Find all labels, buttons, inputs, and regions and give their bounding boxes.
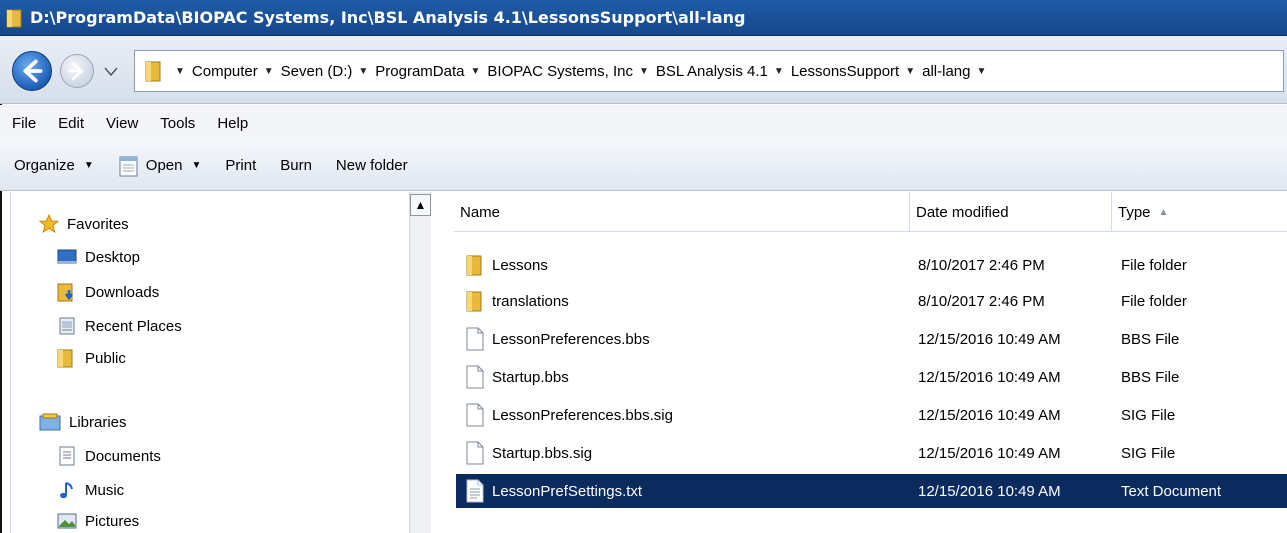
file-list[interactable]: Name Date modified Type ▲ Lessons 8/10/20… [432, 192, 1287, 533]
libraries-icon [39, 413, 61, 431]
breadcrumb-biopac[interactable]: ▼ BIOPAC Systems, Inc [470, 63, 633, 80]
documents-icon [59, 446, 75, 466]
menu-tools[interactable]: Tools [160, 115, 195, 132]
breadcrumb-programdata[interactable]: ▼ ProgramData [358, 63, 464, 80]
nav-pane-scrollbar[interactable]: ▲ [409, 192, 431, 533]
file-icon [466, 327, 484, 351]
pictures-icon [57, 513, 77, 529]
menu-view[interactable]: View [106, 115, 138, 132]
title-bar[interactable]: D:\ProgramData\BIOPAC Systems, Inc\BSL A… [0, 0, 1287, 36]
text-file-icon [466, 479, 484, 503]
chevron-down-icon: ▼ [905, 65, 916, 77]
star-icon [39, 214, 59, 234]
file-icon [466, 365, 484, 389]
nav-favorites[interactable]: Favorites [39, 214, 129, 234]
notepad-icon [119, 156, 138, 176]
forward-button[interactable] [60, 54, 94, 88]
downloads-folder-icon [57, 283, 73, 302]
address-dropdown[interactable]: ▼ [977, 66, 994, 77]
breadcrumb-lessonssupport[interactable]: ▼ LessonsSupport [774, 63, 899, 80]
column-header-date-modified[interactable]: Date modified [910, 192, 1112, 232]
file-row[interactable]: LessonPreferences.bbs 12/15/2016 10:49 A… [456, 322, 1287, 356]
chevron-down-icon: ▼ [638, 65, 649, 77]
folder-icon [466, 291, 482, 312]
folder-icon [466, 255, 482, 276]
file-row[interactable]: LessonPreferences.bbs.sig 12/15/2016 10:… [456, 398, 1287, 432]
music-note-icon [60, 482, 73, 499]
print-button[interactable]: Print [225, 157, 256, 174]
folder-icon [145, 61, 161, 82]
chevron-down-icon: ▼ [191, 160, 202, 171]
nav-item-downloads[interactable]: Downloads [57, 282, 159, 302]
organize-button[interactable]: Organize ▼ [14, 157, 94, 174]
triangle-up-icon: ▲ [414, 198, 427, 212]
column-header-name[interactable]: Name [454, 192, 910, 232]
menu-help[interactable]: Help [217, 115, 248, 132]
arrow-left-icon [23, 59, 43, 83]
file-row[interactable]: Startup.bbs.sig 12/15/2016 10:49 AM SIG … [456, 436, 1287, 470]
chevron-down-icon: ▼ [976, 65, 987, 77]
window-title: D:\ProgramData\BIOPAC Systems, Inc\BSL A… [30, 8, 746, 27]
column-header-type[interactable]: Type ▲ [1112, 192, 1287, 232]
menu-file[interactable]: File [12, 115, 36, 132]
breadcrumb-bsl-analysis[interactable]: ▼ BSL Analysis 4.1 [639, 63, 768, 80]
new-folder-button[interactable]: New folder [336, 157, 408, 174]
file-row[interactable]: translations 8/10/2017 2:46 PM File fold… [456, 284, 1287, 318]
nav-libraries[interactable]: Libraries [39, 412, 127, 432]
file-row[interactable]: Lessons 8/10/2017 2:46 PM File folder [456, 248, 1287, 282]
burn-button[interactable]: Burn [280, 157, 312, 174]
nav-item-pictures[interactable]: Pictures [57, 512, 139, 530]
nav-item-music[interactable]: Music [57, 480, 124, 500]
chevron-down-icon: ▼ [470, 65, 481, 77]
sort-ascending-icon: ▲ [1158, 206, 1169, 218]
open-button[interactable]: Open ▼ [118, 154, 202, 178]
breadcrumb-all-lang[interactable]: ▼ all-lang [905, 63, 970, 80]
navigation-pane[interactable]: Favorites Desktop Downloads Recent Place… [10, 192, 431, 533]
file-icon [466, 403, 484, 427]
breadcrumb-seven-d[interactable]: ▼ Seven (D:) [264, 63, 353, 80]
arrow-right-icon [68, 62, 84, 80]
menu-edit[interactable]: Edit [58, 115, 84, 132]
recent-places-icon [59, 317, 75, 335]
nav-item-desktop[interactable]: Desktop [57, 248, 140, 266]
chevron-down-icon: ▼ [175, 65, 185, 77]
chevron-down-icon: ▼ [83, 160, 94, 171]
nav-item-public[interactable]: Public [57, 348, 126, 368]
nav-item-documents[interactable]: Documents [57, 446, 161, 466]
nav-item-recent-places[interactable]: Recent Places [57, 316, 182, 336]
chevron-down-icon: ▼ [358, 65, 369, 77]
address-bar[interactable]: ▼ Computer ▼ Seven (D:) ▼ ProgramData ▼ BIOP… [134, 50, 1284, 92]
back-button[interactable] [12, 51, 52, 91]
chevron-down-icon: ▼ [773, 65, 784, 77]
file-row-selected[interactable]: LessonPrefSettings.txt 12/15/2016 10:49 … [456, 474, 1287, 508]
menu-bar: File Edit View Tools Help [0, 105, 1287, 141]
file-row[interactable]: Startup.bbs 12/15/2016 10:49 AM BBS File [456, 360, 1287, 394]
desktop-icon [57, 249, 77, 264]
command-bar: Organize ▼ Open ▼ Print Burn New folder [0, 141, 1287, 191]
navigation-bar: ▼ Computer ▼ Seven (D:) ▼ ProgramData ▼ BIOP… [0, 36, 1287, 104]
folder-icon [57, 349, 73, 368]
recent-pages-chevron-down-icon[interactable] [103, 64, 119, 78]
scroll-up-button[interactable]: ▲ [410, 194, 431, 216]
breadcrumb-computer[interactable]: ▼ Computer [175, 63, 258, 80]
file-icon [466, 441, 484, 465]
column-header-row: Name Date modified Type ▲ [454, 192, 1287, 232]
chevron-down-icon: ▼ [263, 65, 274, 77]
folder-icon [6, 9, 22, 27]
